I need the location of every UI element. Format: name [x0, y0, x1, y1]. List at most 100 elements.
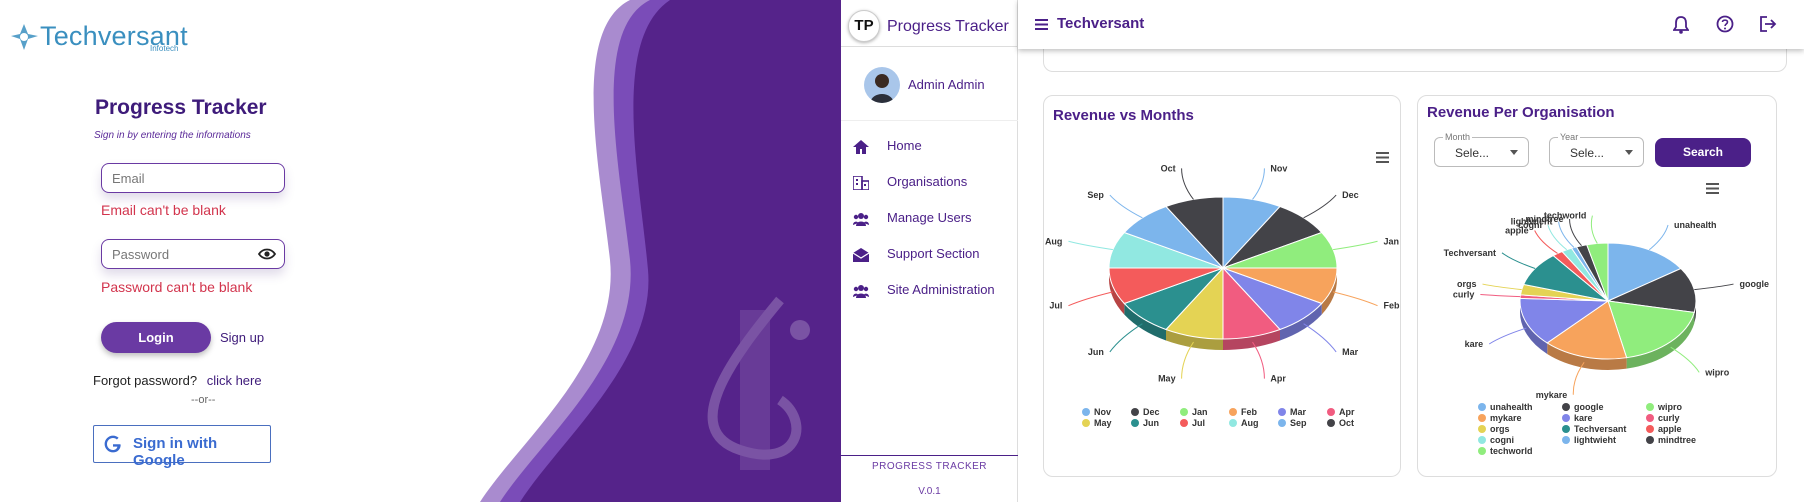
- sidebar-item-label: Site Administration: [887, 282, 995, 297]
- legend-item[interactable]: Techversant: [1562, 424, 1626, 434]
- revenue-months-pie-chart: Nov Dec Jan Feb Mar Apr May Jun Jul Aug Sep Oct: [1045, 163, 1401, 383]
- legend-swatch: [1562, 436, 1570, 444]
- header-title: Techversant: [1057, 15, 1145, 32]
- divider: [841, 455, 1018, 456]
- legend-swatch: [1646, 436, 1654, 444]
- legend-label: Jun: [1143, 418, 1160, 428]
- pie-data-label: kare: [1465, 339, 1484, 349]
- legend-item[interactable]: mindtree: [1646, 435, 1696, 445]
- logout-icon[interactable]: [1760, 16, 1777, 32]
- legend-swatch: [1180, 408, 1188, 416]
- legend-label: techworld: [1490, 446, 1533, 456]
- legend-swatch: [1327, 419, 1335, 427]
- revenue-org-pie-chart: unahealth google wipro mykare kare curlyorgs T…: [1444, 211, 1769, 400]
- sidebar-title: Progress Tracker: [887, 18, 1009, 35]
- legend-item[interactable]: Mar: [1278, 407, 1306, 417]
- forgot-password-text: Forgot password?: [93, 373, 198, 388]
- logo-subtext: Infotech: [150, 44, 179, 53]
- legend-item[interactable]: cogni: [1478, 435, 1514, 445]
- building-icon: [853, 176, 869, 190]
- legend-label: Aug: [1241, 418, 1259, 428]
- legend-label: wipro: [1658, 402, 1682, 412]
- legend-item[interactable]: Jun: [1131, 418, 1159, 428]
- pie-leader-line: [1181, 168, 1194, 200]
- legend-item[interactable]: Oct: [1327, 418, 1354, 428]
- password-field[interactable]: Password: [101, 239, 285, 269]
- legend-item[interactable]: kare: [1562, 413, 1593, 423]
- legend-label: Jul: [1192, 418, 1206, 428]
- legend-label: apple: [1658, 424, 1682, 434]
- revenue-org-title: Revenue Per Organisation: [1427, 104, 1615, 121]
- legend-item[interactable]: Jul: [1180, 418, 1205, 428]
- legend-item[interactable]: techworld: [1478, 446, 1533, 456]
- users-icon: [853, 213, 869, 226]
- pie-leader-line: [1252, 341, 1265, 379]
- sidebar-item-site-administration[interactable]: Site Administration: [841, 276, 1018, 306]
- legend-item[interactable]: lightwieht: [1562, 435, 1616, 445]
- legend-item[interactable]: Dec: [1131, 407, 1160, 417]
- legend-item[interactable]: Jan: [1180, 407, 1208, 417]
- avatar[interactable]: [864, 67, 900, 103]
- pie-data-label: Oct: [1161, 163, 1176, 173]
- sidebar-item-support-section[interactable]: Support Section: [841, 240, 1018, 270]
- google-signin-button[interactable]: Sign in with Google: [93, 425, 271, 469]
- pie-data-label: wipro: [1704, 367, 1730, 377]
- sidebar-item-label: Manage Users: [887, 210, 972, 225]
- pie-leader-line: [1501, 252, 1536, 269]
- password-error: Password can't be blank: [101, 279, 253, 295]
- legend-item[interactable]: apple: [1646, 424, 1682, 434]
- sidebar-item-home[interactable]: Home: [841, 132, 1018, 162]
- legend-item[interactable]: google: [1562, 402, 1604, 412]
- app-logo-icon[interactable]: TP: [848, 10, 880, 42]
- legend-item[interactable]: wipro: [1646, 402, 1682, 412]
- legend-label: cogni: [1490, 435, 1514, 445]
- purple-wave-background: [480, 0, 841, 502]
- sidebar-item-organisations[interactable]: Organisations: [841, 168, 1018, 198]
- pie-leader-line: [1694, 283, 1734, 291]
- sidebar-item-manage-users[interactable]: Manage Users: [841, 204, 1018, 234]
- sidebar-item-label: Support Section: [887, 246, 980, 261]
- legend-label: Techversant: [1574, 424, 1627, 434]
- footer-version: V.0.1: [918, 486, 941, 497]
- eye-icon[interactable]: [258, 248, 276, 260]
- search-button[interactable]: Search: [1655, 138, 1751, 167]
- month-select[interactable]: Month Sele...: [1434, 132, 1529, 167]
- legend-label: Mar: [1290, 407, 1307, 417]
- legend-item[interactable]: Feb: [1229, 407, 1257, 417]
- legend-item[interactable]: Aug: [1229, 418, 1259, 428]
- legend-item[interactable]: Sep: [1278, 418, 1307, 428]
- main-content: Techversant Revenue vs Months Nov Dec Jan F…: [1018, 0, 1804, 502]
- legend-label: Dec: [1143, 407, 1160, 417]
- help-icon[interactable]: [1716, 15, 1734, 33]
- pie-leader-line: [1558, 221, 1575, 248]
- email-placeholder: Email: [112, 171, 145, 186]
- pie-leader-line: [1480, 293, 1521, 298]
- pie-leader-line: [1482, 283, 1522, 291]
- pie-leader-line: [1068, 240, 1113, 251]
- revenue-months-card: Revenue vs Months Nov Dec Jan Feb Mar Apr May J…: [1043, 95, 1401, 477]
- legend-swatch: [1131, 408, 1139, 416]
- legend-item[interactable]: curly: [1646, 413, 1680, 423]
- pie-data-label: Feb: [1384, 301, 1401, 311]
- login-panel: Techversant Infotech Progress Tracker Si…: [0, 0, 841, 502]
- legend-item[interactable]: orgs: [1478, 424, 1510, 434]
- google-signin-label: Sign in with Google: [133, 435, 218, 469]
- user-name: Admin Admin: [908, 77, 985, 92]
- year-select[interactable]: Year Sele...: [1549, 132, 1644, 167]
- google-icon: [104, 435, 121, 453]
- legend-item[interactable]: Apr: [1327, 407, 1355, 417]
- signup-link[interactable]: Sign up: [220, 330, 264, 345]
- pie-leader-line: [1648, 224, 1669, 251]
- forgot-password-link[interactable]: click here: [207, 373, 262, 388]
- pie-data-label: Dec: [1342, 190, 1359, 200]
- menu-icon[interactable]: [1035, 19, 1048, 30]
- login-button[interactable]: Login: [101, 322, 211, 353]
- legend-item[interactable]: mykare: [1478, 413, 1522, 423]
- legend-label: kare: [1574, 413, 1593, 423]
- legend-item[interactable]: May: [1082, 418, 1112, 428]
- legend-label: unahealth: [1490, 402, 1533, 412]
- email-field[interactable]: Email: [101, 163, 285, 193]
- legend-item[interactable]: unahealth: [1478, 402, 1533, 412]
- legend-item[interactable]: Nov: [1082, 407, 1111, 417]
- bell-icon[interactable]: [1673, 16, 1689, 34]
